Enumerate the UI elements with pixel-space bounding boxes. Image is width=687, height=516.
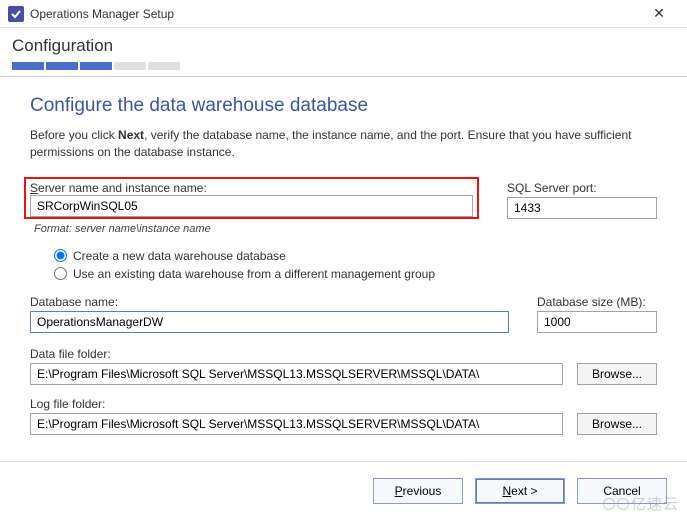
header-title: Configuration — [12, 36, 675, 56]
log-folder-input[interactable] — [30, 413, 563, 435]
cancel-button[interactable]: Cancel — [577, 478, 667, 504]
data-folder-label: Data file folder: — [30, 347, 563, 361]
radio-create-label: Create a new data warehouse database — [73, 249, 286, 263]
server-name-input[interactable] — [30, 195, 473, 217]
radio-create[interactable] — [54, 249, 67, 262]
radio-existing-row[interactable]: Use an existing data warehouse from a di… — [54, 267, 657, 281]
progress-bar — [12, 62, 675, 70]
db-name-label: Database name: — [30, 295, 509, 309]
titlebar-title: Operations Manager Setup — [30, 7, 639, 21]
server-format-hint: Format: server name\instance name — [34, 223, 479, 235]
radio-existing-label: Use an existing data warehouse from a di… — [73, 267, 435, 281]
app-icon — [8, 6, 24, 22]
sql-port-label: SQL Server port: — [507, 181, 657, 195]
header-band: Configuration — [0, 28, 687, 77]
page-description: Before you click Next, verify the databa… — [30, 127, 657, 161]
content-area: Configure the data warehouse database Be… — [0, 77, 687, 457]
radio-create-row[interactable]: Create a new data warehouse database — [54, 249, 657, 263]
db-size-input[interactable] — [537, 311, 657, 333]
log-folder-browse-button[interactable]: Browse... — [577, 413, 657, 435]
page-title: Configure the data warehouse database — [30, 95, 657, 117]
sql-port-input[interactable] — [507, 197, 657, 219]
db-size-label: Database size (MB): — [537, 295, 657, 309]
titlebar: Operations Manager Setup ✕ — [0, 0, 687, 28]
data-folder-input[interactable] — [30, 363, 563, 385]
close-button[interactable]: ✕ — [639, 0, 679, 28]
data-folder-browse-button[interactable]: Browse... — [577, 363, 657, 385]
radio-existing[interactable] — [54, 267, 67, 280]
server-name-label: Server name and instance name: — [30, 181, 207, 195]
log-folder-label: Log file folder: — [30, 397, 563, 411]
server-name-highlight: Server name and instance name: — [24, 177, 479, 219]
footer-separator — [0, 461, 687, 462]
next-button[interactable]: Next > — [475, 478, 565, 504]
footer: Previous Next > Cancel — [0, 478, 687, 504]
previous-button[interactable]: Previous — [373, 478, 463, 504]
db-name-input[interactable] — [30, 311, 509, 333]
